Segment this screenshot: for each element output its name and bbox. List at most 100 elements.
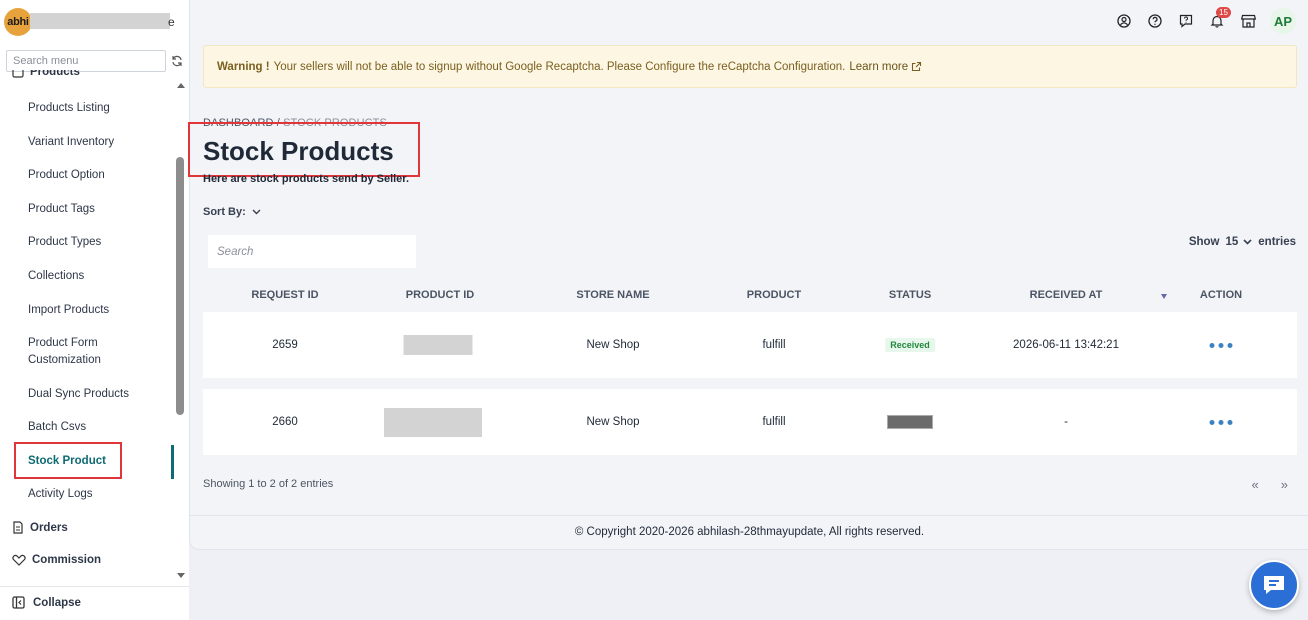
pagination-info: Showing 1 to 2 of 2 entries — [203, 478, 334, 490]
cell-action — [1209, 312, 1233, 378]
collapse-icon — [12, 596, 25, 609]
external-link-icon[interactable] — [911, 61, 922, 72]
next-page-button[interactable]: » — [1281, 477, 1288, 492]
sidebar-item-label: Products — [30, 70, 80, 78]
col-request-id[interactable]: REQUEST ID — [251, 289, 318, 301]
footer-divider — [190, 515, 1308, 516]
scroll-up-arrow[interactable] — [177, 83, 185, 88]
table-row[interactable]: 2659 New Shop fulfill Received 2026-06-1… — [203, 312, 1297, 378]
stock-product-highlight — [14, 442, 122, 479]
store-logo[interactable]: abhi — [4, 8, 32, 36]
store-name-redacted — [30, 13, 170, 29]
notification-badge: 15 — [1216, 7, 1231, 18]
sort-by-dropdown[interactable]: Sort By: — [203, 206, 261, 218]
brand[interactable]: abhi — [4, 8, 32, 36]
col-store-name[interactable]: STORE NAME — [576, 289, 649, 301]
title-highlight — [188, 122, 420, 177]
prev-page-button[interactable]: « — [1252, 477, 1259, 492]
entries-select-value: 15 — [1225, 236, 1239, 248]
scroll-down-arrow[interactable] — [177, 573, 185, 578]
col-product-id[interactable]: PRODUCT ID — [406, 289, 474, 301]
support-chat-icon[interactable] — [1177, 12, 1195, 30]
copyright: © Copyright 2020-2026 abhilash-28thmayup… — [574, 526, 925, 538]
col-product[interactable]: PRODUCT — [747, 289, 801, 301]
redacted-product-id — [403, 335, 473, 355]
account-icon[interactable] — [1115, 12, 1133, 30]
show-label: Show — [1188, 236, 1220, 248]
col-status[interactable]: STATUS — [889, 289, 931, 301]
cell-received-at: - — [1064, 416, 1068, 428]
collapse-button[interactable]: Collapse — [12, 596, 81, 609]
sidebar-item-product-option[interactable]: Product Option — [28, 167, 105, 184]
orders-icon — [13, 521, 23, 534]
sidebar-item-variant-inventory[interactable]: Variant Inventory — [28, 134, 114, 151]
entries-select[interactable]: 15 — [1225, 236, 1252, 248]
cell-status: Received — [885, 312, 935, 378]
sidebar-item-dual-sync-products[interactable]: Dual Sync Products — [28, 386, 129, 403]
sidebar-item-collections[interactable]: Collections — [28, 268, 84, 285]
chevron-down-icon — [252, 209, 261, 215]
sidebar-nav: Products Products Listing Variant Invent… — [0, 70, 175, 585]
sidebar-scrollbar[interactable] — [176, 157, 184, 415]
chat-widget-button[interactable] — [1249, 560, 1299, 610]
cell-product-id — [384, 389, 482, 455]
sort-desc-icon[interactable] — [1161, 294, 1167, 299]
warning-message: Your sellers will not be able to signup … — [273, 60, 846, 73]
sidebar-item-import-products[interactable]: Import Products — [28, 302, 109, 319]
sort-by-label: Sort By: — [203, 206, 246, 218]
sidebar: abhi e Products Products Listing Variant… — [0, 0, 189, 620]
col-received-at[interactable]: RECEIVED AT — [1030, 289, 1103, 301]
sidebar-item-activity-logs[interactable]: Activity Logs — [28, 486, 93, 503]
cell-product: fulfill — [762, 416, 786, 428]
active-indicator — [171, 445, 174, 479]
refresh-icon[interactable] — [171, 55, 183, 67]
sidebar-divider — [0, 586, 189, 587]
col-action: ACTION — [1199, 289, 1243, 301]
chevron-down-icon — [1243, 239, 1252, 245]
cell-request-id: 2660 — [272, 416, 298, 428]
main-content: 15 AP Warning ! Your sellers will not be… — [188, 0, 1308, 550]
cell-request-id: 2659 — [272, 339, 298, 351]
page-subtitle: Here are stock products send by Seller. — [203, 173, 410, 185]
cell-action — [1209, 389, 1233, 455]
sidebar-item-commission[interactable]: Commission — [12, 554, 101, 566]
sidebar-item-label: Commission — [32, 554, 102, 566]
table-header: REQUEST ID PRODUCT ID STORE NAME PRODUCT… — [203, 289, 1297, 303]
notification-bell-icon[interactable]: 15 — [1208, 7, 1231, 30]
table-row[interactable]: 2660 New Shop fulfill - — [203, 389, 1297, 455]
store-name-suffix: e — [168, 15, 175, 29]
table-search-input[interactable] — [208, 235, 416, 268]
chat-icon — [1264, 576, 1284, 594]
sidebar-item-product-tags[interactable]: Product Tags — [28, 201, 95, 218]
sidebar-item-product-types[interactable]: Product Types — [28, 234, 101, 251]
help-icon[interactable] — [1146, 12, 1164, 30]
more-actions-icon[interactable] — [1209, 342, 1233, 348]
sidebar-item-label: Orders — [30, 521, 68, 534]
products-icon — [12, 70, 24, 78]
recaptcha-warning: Warning ! Your sellers will not be able … — [203, 45, 1297, 88]
show-entries: Show 15 entries — [1189, 236, 1296, 248]
more-actions-icon[interactable] — [1209, 419, 1233, 425]
redacted-product-id — [384, 407, 482, 437]
status-badge: Received — [885, 338, 935, 352]
commission-icon — [12, 554, 26, 566]
cell-store-name: New Shop — [586, 339, 640, 351]
cell-status — [887, 389, 933, 455]
sidebar-item-product-form-customization[interactable]: Product Form Customization — [28, 335, 138, 369]
cell-product-id — [403, 312, 473, 378]
menu-search-input[interactable] — [6, 50, 166, 72]
user-avatar[interactable]: AP — [1270, 8, 1296, 34]
entries-label: entries — [1258, 236, 1296, 248]
sidebar-item-products[interactable]: Products — [12, 70, 80, 78]
sidebar-item-products-listing[interactable]: Products Listing — [28, 100, 110, 117]
status-badge-redacted — [887, 415, 933, 429]
sidebar-item-batch-csvs[interactable]: Batch Csvs — [28, 419, 86, 436]
sidebar-item-orders[interactable]: Orders — [12, 521, 68, 534]
topbar: 15 AP — [1115, 7, 1296, 34]
cell-store-name: New Shop — [586, 416, 640, 428]
store-icon[interactable] — [1239, 12, 1257, 30]
collapse-label: Collapse — [33, 596, 81, 609]
learn-more-link[interactable]: Learn more — [849, 61, 908, 73]
pagination: « » — [1252, 477, 1288, 492]
cell-product: fulfill — [762, 339, 786, 351]
